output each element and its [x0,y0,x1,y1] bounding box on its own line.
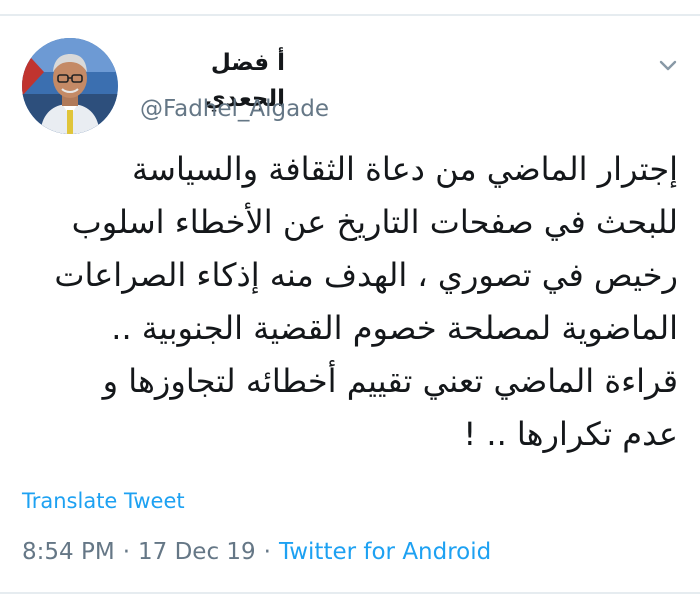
tweet-meta: 8:54 PM · 17 Dec 19 · Twitter for Android [22,532,491,572]
profile-photo-icon [22,38,118,134]
meta-separator: · [263,539,271,565]
top-divider [0,14,700,16]
chevron-down-icon[interactable] [655,52,681,78]
tweet-date: 17 Dec 19 [138,539,256,565]
avatar[interactable] [22,38,118,134]
translate-tweet-link[interactable]: Translate Tweet [22,484,185,518]
author-display-name[interactable]: أ فضل الجعدي [140,45,285,112]
tweet-source-link[interactable]: Twitter for Android [279,539,491,565]
author-handle[interactable]: @Fadhel_Algade [140,92,329,126]
tweet-text: إجترار الماضي من دعاة الثقافة والسياسة ل… [54,150,678,453]
meta-separator: · [122,539,130,565]
bottom-divider [0,592,700,594]
tweet-time: 8:54 PM [22,539,115,565]
